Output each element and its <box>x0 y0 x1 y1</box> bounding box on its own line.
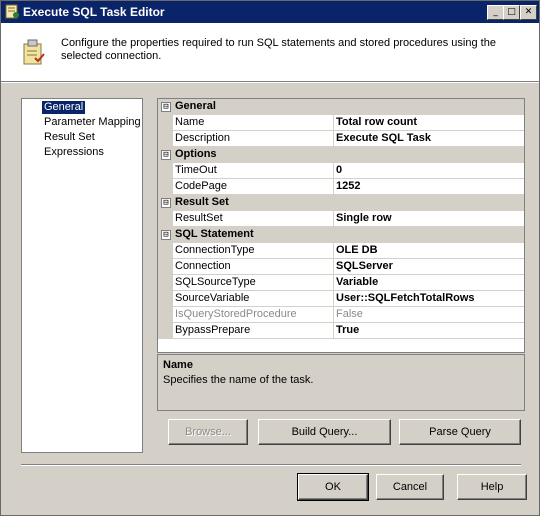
description-title: Name <box>163 359 193 371</box>
property-row-description[interactable]: Description Execute SQL Task <box>158 131 524 147</box>
task-editor-icon <box>5 4 19 19</box>
nav-item-general[interactable]: General <box>42 101 86 114</box>
property-value[interactable]: 1252 <box>336 180 360 192</box>
property-row-codepage[interactable]: CodePage 1252 <box>158 179 524 195</box>
row-gutter <box>158 275 173 291</box>
property-row-resultset[interactable]: ResultSet Single row <box>158 211 524 227</box>
category-label: Result Set <box>175 196 229 208</box>
column-divider <box>333 275 334 291</box>
row-gutter <box>158 243 173 259</box>
category-label: SQL Statement <box>175 228 254 240</box>
column-divider <box>333 291 334 307</box>
row-gutter <box>158 259 173 275</box>
parse-query-button[interactable]: Parse Query <box>399 419 521 445</box>
build-query-button[interactable]: Build Query... <box>258 419 391 445</box>
property-row-bypassprepare[interactable]: BypassPrepare True <box>158 323 524 339</box>
property-name: SourceVariable <box>175 292 250 304</box>
category-label: Options <box>175 148 217 160</box>
column-divider <box>333 211 334 227</box>
minimize-button[interactable]: _ <box>487 5 504 20</box>
row-gutter <box>158 323 173 339</box>
column-divider <box>333 179 334 195</box>
property-value[interactable]: SQLServer <box>336 260 393 272</box>
collapse-icon[interactable]: ⊟ <box>161 230 171 240</box>
property-value[interactable]: User::SQLFetchTotalRows <box>336 292 475 304</box>
property-description-panel: Name Specifies the name of the task. <box>157 354 525 411</box>
window-title: Execute SQL Task Editor <box>23 5 165 19</box>
category-result-set[interactable]: ⊟ Result Set <box>158 195 524 211</box>
property-row-timeout[interactable]: TimeOut 0 <box>158 163 524 179</box>
property-value[interactable]: Total row count <box>336 116 417 128</box>
property-value: False <box>336 308 363 320</box>
property-value[interactable]: Single row <box>336 212 392 224</box>
cancel-button[interactable]: Cancel <box>376 474 444 500</box>
column-divider <box>333 115 334 131</box>
task-config-icon <box>23 39 45 65</box>
property-value[interactable]: 0 <box>336 164 342 176</box>
help-button[interactable]: Help <box>457 474 527 500</box>
header-divider <box>1 81 539 83</box>
property-row-isquerystoredprocedure: IsQueryStoredProcedure False <box>158 307 524 323</box>
column-divider <box>333 163 334 179</box>
property-row-sqlsourcetype[interactable]: SQLSourceType Variable <box>158 275 524 291</box>
property-name: ConnectionType <box>175 244 255 256</box>
collapse-icon[interactable]: ⊟ <box>161 150 171 160</box>
column-divider <box>333 131 334 147</box>
row-gutter <box>158 307 173 323</box>
row-gutter <box>158 131 173 147</box>
category-sql-statement[interactable]: ⊟ SQL Statement <box>158 227 524 243</box>
ok-button[interactable]: OK <box>297 473 369 501</box>
collapse-icon[interactable]: ⊟ <box>161 198 171 208</box>
property-row-connection[interactable]: Connection SQLServer <box>158 259 524 275</box>
property-name: Connection <box>175 260 231 272</box>
browse-button[interactable]: Browse... <box>168 419 248 445</box>
header-description: Configure the properties required to run… <box>61 37 496 62</box>
row-gutter <box>158 115 173 131</box>
property-name: BypassPrepare <box>175 324 251 336</box>
description-text: Specifies the name of the task. <box>163 374 314 386</box>
property-value[interactable]: OLE DB <box>336 244 378 256</box>
column-divider <box>333 323 334 339</box>
property-name: Description <box>175 132 231 144</box>
property-name: ResultSet <box>175 212 223 224</box>
dialog-window: Execute SQL Task Editor _ □ ✕ Configure … <box>0 0 540 516</box>
property-value[interactable]: True <box>336 324 359 336</box>
row-gutter <box>158 211 173 227</box>
column-divider <box>333 307 334 323</box>
row-gutter <box>158 291 173 307</box>
close-button[interactable]: ✕ <box>520 5 537 20</box>
property-name: Name <box>175 116 205 128</box>
property-row-connectiontype[interactable]: ConnectionType OLE DB <box>158 243 524 259</box>
collapse-icon[interactable]: ⊟ <box>161 102 171 112</box>
row-gutter <box>158 163 173 179</box>
property-name: SQLSourceType <box>175 276 256 288</box>
column-divider <box>333 243 334 259</box>
row-gutter <box>158 179 173 195</box>
column-divider <box>333 259 334 275</box>
property-row-name[interactable]: Name Total row count <box>158 115 524 131</box>
property-value[interactable]: Variable <box>336 276 378 288</box>
nav-item-result-set[interactable]: Result Set <box>42 131 97 144</box>
category-label: General <box>175 100 216 112</box>
property-grid[interactable]: ⊟ General Name Total row count Descripti… <box>157 98 525 353</box>
property-name: IsQueryStoredProcedure <box>175 308 297 320</box>
nav-item-parameter-mapping[interactable]: Parameter Mapping <box>42 116 143 129</box>
property-name: TimeOut <box>175 164 217 176</box>
property-value[interactable]: Execute SQL Task <box>336 132 431 144</box>
footer-divider <box>21 464 521 466</box>
maximize-button[interactable]: □ <box>503 5 520 20</box>
title-bar[interactable]: Execute SQL Task Editor _ □ ✕ <box>1 1 539 23</box>
nav-item-expressions[interactable]: Expressions <box>42 146 106 159</box>
property-name: CodePage <box>175 180 227 192</box>
category-options[interactable]: ⊟ Options <box>158 147 524 163</box>
property-row-sourcevariable[interactable]: SourceVariable User::SQLFetchTotalRows <box>158 291 524 307</box>
category-general[interactable]: ⊟ General <box>158 99 524 115</box>
